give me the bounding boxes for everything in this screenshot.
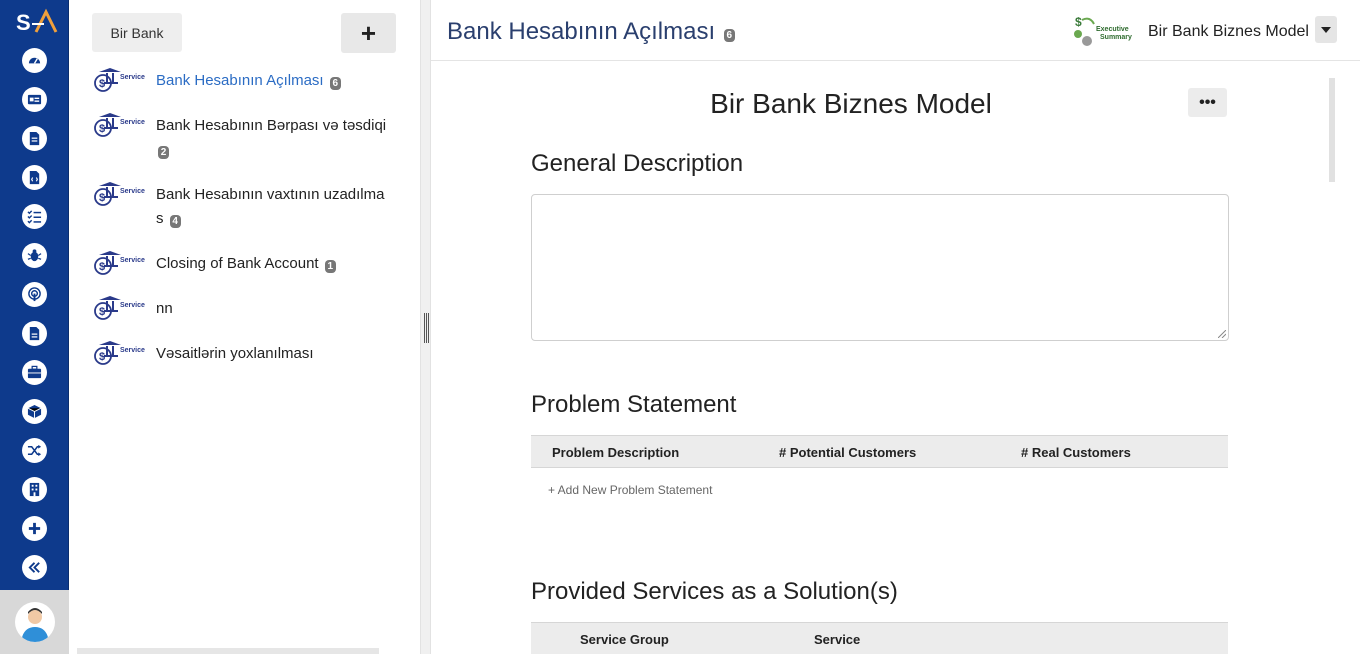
checklist-icon[interactable] [22, 204, 47, 229]
svg-text:Service: Service [120, 302, 145, 309]
svg-text:Service: Service [120, 119, 145, 126]
service-icon: $ Service [94, 68, 145, 92]
service-icon: $ Service [94, 251, 145, 275]
section-title-solutions: Provided Services as a Solution(s) [531, 578, 898, 605]
svg-text:$: $ [1075, 15, 1082, 29]
column-header[interactable]: # Real Customers [1021, 445, 1131, 460]
svg-text:Service: Service [120, 257, 145, 264]
shuffle-icon[interactable] [22, 438, 47, 463]
list-item-label[interactable]: Bank Hesabının Bərpası və təsdiqi 2 [156, 114, 386, 162]
collapse-icon[interactable] [22, 555, 47, 580]
list-item[interactable]: $ Service Bank Hesabının Açılması 6 [93, 68, 403, 93]
podcast-icon[interactable] [22, 282, 47, 307]
drag-handle-icon[interactable] [424, 313, 429, 343]
cube-icon[interactable] [22, 399, 47, 424]
list-item[interactable]: $ Service nn [93, 296, 403, 321]
service-list-panel: Bir Bank + $ Service Bank Hesabının Açıl… [69, 0, 420, 654]
column-header[interactable]: Service [814, 632, 860, 647]
id-card-icon[interactable] [22, 87, 47, 112]
service-icon: $ Service [94, 341, 145, 365]
general-description-textarea[interactable] [531, 194, 1229, 341]
section-title-general-description: General Description [531, 150, 744, 177]
document-icon[interactable] [22, 126, 47, 151]
resize-handle-icon[interactable] [1218, 330, 1226, 338]
horizontal-scrollbar[interactable] [77, 648, 379, 654]
svg-text:Service: Service [120, 74, 145, 81]
section-title-problem-statement: Problem Statement [531, 391, 737, 418]
list-item[interactable]: $ Service Closing of Bank Account 1 [93, 251, 403, 276]
service-icon: $ Service [94, 182, 145, 206]
service-icon: $ Service [94, 113, 145, 137]
svg-text:Service: Service [120, 188, 145, 195]
list-item-label[interactable]: Bank Hesabının Açılması 6 [156, 69, 341, 93]
column-header[interactable]: Problem Description [552, 445, 679, 460]
count-badge: 4 [169, 215, 181, 228]
dashboard-icon[interactable] [22, 48, 47, 73]
code-file-icon[interactable] [22, 165, 47, 190]
svg-text:S: S [16, 10, 31, 35]
building-icon[interactable] [22, 477, 47, 502]
solutions-table-header: Service Group Service [531, 622, 1228, 654]
list-item[interactable]: $ Service Bank Hesabının Bərpası və təsd… [93, 113, 403, 162]
count-badge: 6 [723, 29, 735, 42]
svg-text:Service: Service [120, 347, 145, 354]
count-badge: 2 [158, 146, 169, 159]
list-item[interactable]: $ Service Bank Hesabının vaxtının uzadıl… [93, 182, 403, 231]
add-service-button[interactable]: + [341, 13, 396, 53]
briefcase-icon[interactable] [22, 360, 47, 385]
vertical-scrollbar[interactable] [1329, 78, 1335, 182]
add-problem-statement-link[interactable]: + Add New Problem Statement [548, 483, 712, 497]
svg-text:Executive: Executive [1096, 26, 1129, 33]
top-bar: Bank Hesabının Açılması 6 $ Executive Su… [431, 0, 1360, 61]
app-logo[interactable]: S [14, 8, 60, 36]
list-item-label[interactable]: nn [156, 297, 173, 321]
problem-table-header: Problem Description # Potential Customer… [531, 435, 1228, 468]
avatar[interactable] [14, 602, 55, 642]
model-name[interactable]: Bir Bank Biznes Model [1148, 23, 1309, 41]
document-title: Bir Bank Biznes Model [710, 88, 992, 119]
icon-rail: S [0, 0, 69, 654]
list-item-label[interactable]: Vəsaitlərin yoxlanılması [156, 342, 314, 366]
list-item-label[interactable]: Bank Hesabının vaxtının uzadılma s 4 [156, 183, 396, 231]
column-header[interactable]: # Potential Customers [779, 445, 916, 460]
more-options-button[interactable]: ••• [1188, 88, 1227, 117]
user-avatar-area[interactable] [0, 590, 69, 654]
caret-down-icon [1321, 26, 1331, 33]
svg-text:Summary: Summary [1100, 34, 1132, 41]
column-header[interactable]: Service Group [580, 632, 669, 647]
bug-icon[interactable] [22, 243, 47, 268]
file-icon[interactable] [22, 321, 47, 346]
service-icon: $ Service [94, 296, 145, 320]
list-item[interactable]: $ Service Vəsaitlərin yoxlanılması [93, 341, 403, 366]
main-content: Bank Hesabının Açılması 6 $ Executive Su… [431, 0, 1360, 654]
list-item-label[interactable]: Closing of Bank Account 1 [156, 252, 336, 276]
plus-icon[interactable] [22, 516, 47, 541]
breadcrumb-button[interactable]: Bir Bank [92, 13, 182, 52]
count-badge: 1 [324, 260, 336, 273]
page-title: Bank Hesabının Açılması 6 [447, 18, 735, 46]
executive-summary-logo[interactable]: $ Executive Summary [1072, 14, 1138, 48]
panel-splitter[interactable] [420, 0, 431, 654]
count-badge: 6 [329, 77, 341, 90]
model-dropdown-button[interactable] [1315, 16, 1337, 43]
